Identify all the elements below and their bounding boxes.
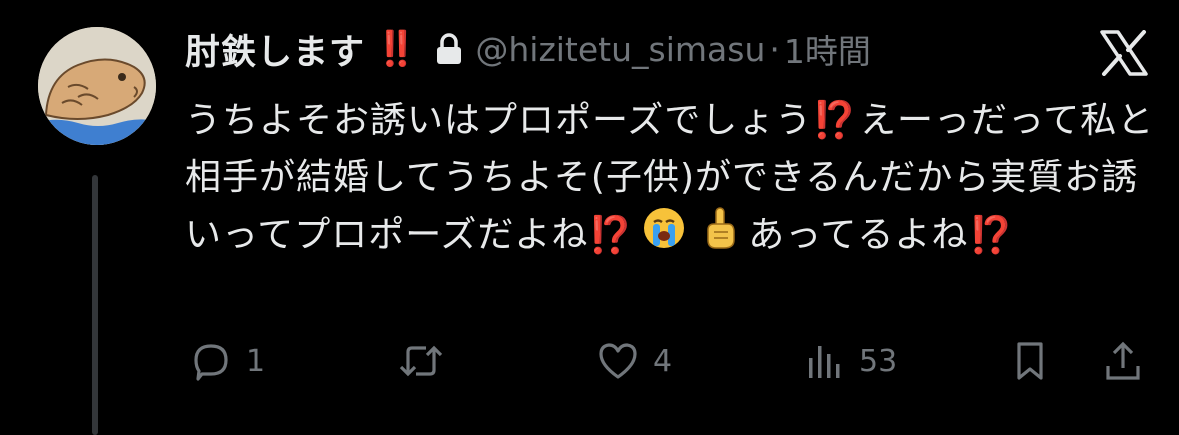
x-logo-icon[interactable] (1099, 30, 1149, 76)
share-button[interactable] (1103, 335, 1143, 387)
user-handle[interactable]: @hizitetu_simasu (475, 30, 765, 69)
tweet-content: 肘鉄します ‼️ @hizitetu_simasu · 1時間 うちよそお誘いは… (185, 18, 1155, 267)
interrobang-emoji: ⁉️ (812, 100, 857, 141)
reply-count: 1 (246, 343, 266, 379)
reply-button[interactable]: 1 (190, 335, 265, 387)
thread-line (92, 175, 98, 435)
share-icon (1106, 341, 1140, 380)
like-button[interactable]: 4 (597, 335, 672, 387)
views-chart-icon (809, 346, 840, 378)
loudly-crying-face-emoji (642, 208, 686, 259)
interrobang-emoji: ⁉️ (968, 214, 1013, 256)
action-bar: 1 4 53 (185, 335, 1145, 387)
taiyaki-avatar-image (38, 27, 156, 145)
display-name[interactable]: 肘鉄します (185, 24, 365, 75)
tweet-header: 肘鉄します ‼️ @hizitetu_simasu · 1時間 (185, 18, 1155, 80)
timestamp[interactable]: 1時間 (784, 25, 871, 73)
views-button[interactable]: 53 (803, 335, 897, 387)
double-exclamation-badge: ‼️ (375, 29, 417, 69)
bookmark-icon (1017, 342, 1043, 380)
index-pointing-up-emoji (698, 207, 742, 259)
lock-icon (435, 32, 463, 66)
tweet-text-segment: あってるよね (748, 214, 969, 256)
retweet-icon (399, 345, 443, 377)
avatar[interactable] (38, 27, 156, 145)
heart-icon (599, 343, 637, 379)
bookmark-button[interactable] (1010, 335, 1050, 387)
views-count: 53 (859, 343, 898, 379)
like-count: 4 (653, 343, 673, 379)
reply-icon (194, 344, 228, 381)
tweet-text-segment: うちよそお誘いはプロポーズでしょう (185, 100, 813, 141)
separator-dot: · (769, 29, 780, 69)
retweet-button[interactable] (398, 335, 458, 387)
tweet-text: うちよそお誘いはプロポーズでしょう⁉️ えーっだって私と相手が結婚してうちよそ(子… (185, 92, 1155, 267)
interrobang-emoji: ⁉️ (588, 214, 633, 256)
